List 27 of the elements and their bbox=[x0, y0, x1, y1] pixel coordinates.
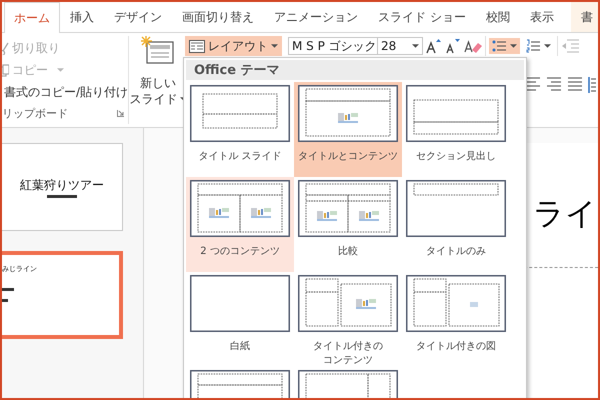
layout-button[interactable]: レイアウト bbox=[185, 36, 282, 56]
ribbon-tab[interactable]: 書 bbox=[571, 2, 598, 32]
slide-title: 紅葉狩りツアー bbox=[20, 176, 104, 194]
ribbon-tab[interactable]: スライド ショー bbox=[368, 2, 476, 32]
layout-option[interactable]: タイトル付きの図 bbox=[402, 272, 510, 367]
ribbon-tab[interactable]: 表示 bbox=[520, 2, 564, 32]
ribbon-tab[interactable]: 校閲 bbox=[476, 2, 520, 32]
layout-option[interactable]: 白紙 bbox=[186, 272, 294, 367]
font-name-field[interactable]: M S P ゴシック bbox=[288, 37, 378, 55]
layout-option[interactable]: 2 つのコンテンツ bbox=[186, 177, 294, 272]
gallery-header: Office テーマ bbox=[186, 60, 524, 80]
ribbon-tab[interactable]: アニメーション bbox=[264, 2, 368, 32]
font-size-field[interactable]: 28 bbox=[377, 37, 423, 55]
ribbon-tab[interactable]: デザイン bbox=[104, 2, 172, 32]
ribbon-tab[interactable]: ホーム bbox=[4, 2, 60, 33]
ribbon-tab[interactable]: 挿入 bbox=[60, 2, 104, 32]
layout-option[interactable]: タイトルのみ bbox=[402, 177, 510, 272]
slide-thumbnail[interactable]: 紅葉狩りツアー bbox=[2, 143, 123, 231]
layout-option[interactable]: タイトルとコンテンツ bbox=[294, 82, 402, 177]
slide-title: ライ bbox=[533, 195, 597, 234]
group-label: リップボード bbox=[2, 106, 68, 121]
ribbon-command[interactable]: 書式のコピー/貼り付け bbox=[2, 81, 128, 103]
layout-option[interactable]: 比較 bbox=[294, 177, 402, 272]
ribbon-tab[interactable]: 画面切り替え bbox=[172, 2, 264, 32]
layout-option[interactable]: セクション見出し bbox=[402, 82, 510, 177]
layout-option[interactable]: タイトル付きのコンテンツ bbox=[294, 272, 402, 367]
layout-option[interactable]: タイトル スライド bbox=[186, 82, 294, 177]
